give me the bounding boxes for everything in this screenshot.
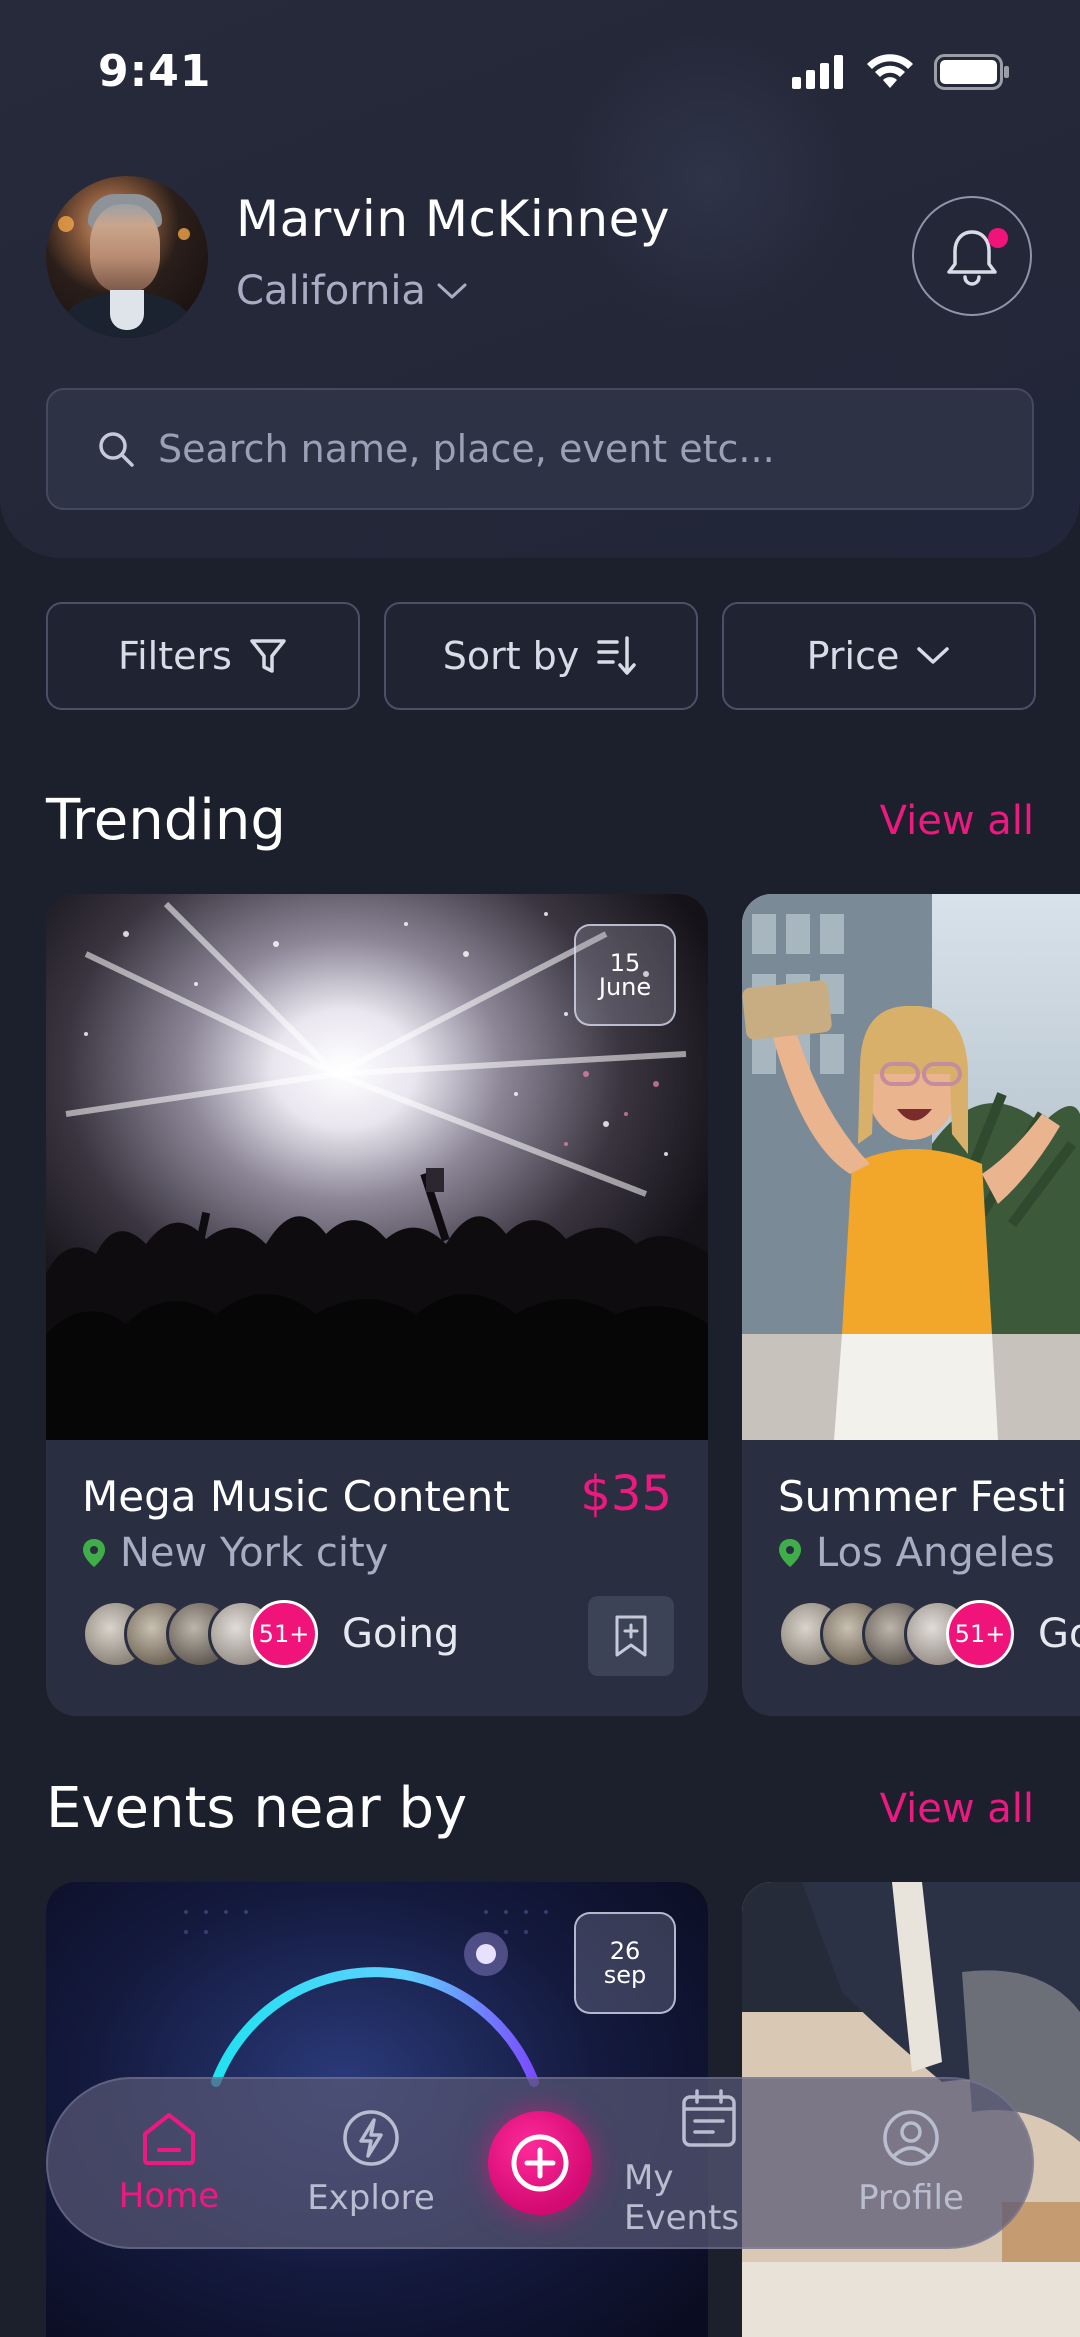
funnel-icon — [250, 639, 286, 673]
event-image-festival — [742, 894, 1080, 1440]
sort-by-label: Sort by — [442, 634, 580, 678]
date-month: June — [598, 973, 652, 1001]
event-image-concert: 15 June — [46, 894, 708, 1440]
price-button[interactable]: Price — [722, 602, 1036, 710]
event-card[interactable]: 15 June Mega Music Content $35 New York … — [46, 894, 708, 1716]
date-day: 26 — [609, 1937, 641, 1965]
bottom-nav: Home Explore My Events Profile — [46, 2077, 1034, 2249]
filters-button[interactable]: Filters — [46, 602, 360, 710]
search-bar[interactable] — [46, 388, 1034, 510]
nav-home-label: Home — [118, 2176, 220, 2216]
event-title: Summer Festi — [778, 1472, 1068, 1521]
lightning-icon — [343, 2110, 399, 2166]
going-label: Going — [342, 1611, 460, 1657]
status-time: 9:41 — [98, 46, 212, 97]
event-title: Mega Music Content — [82, 1472, 510, 1521]
trending-view-all[interactable]: View all — [880, 798, 1034, 844]
location-pin-icon — [83, 1539, 105, 1567]
wifi-icon — [867, 54, 913, 88]
avatar-face — [90, 204, 160, 292]
home-icon — [143, 2113, 195, 2165]
nav-explore-label: Explore — [307, 2178, 435, 2218]
notification-dot — [988, 228, 1008, 248]
nav-explore[interactable]: Explore — [286, 2108, 456, 2218]
event-location-label: New York city — [120, 1530, 389, 1576]
event-location: New York city — [82, 1530, 388, 1576]
location-selector[interactable]: California — [236, 268, 468, 314]
bookmark-button[interactable] — [588, 1596, 674, 1676]
nav-home[interactable]: Home — [84, 2110, 254, 2216]
going-label: Goi — [1038, 1611, 1080, 1657]
avatar-collar — [110, 290, 144, 330]
attendees: 51+ Going — [82, 1600, 459, 1668]
nav-my-events-label: My Events — [624, 2158, 740, 2238]
date-day: 15 — [609, 949, 641, 977]
user-name: Marvin McKinney — [236, 190, 670, 248]
plus-icon — [511, 2134, 569, 2192]
nav-profile-label: Profile — [858, 2178, 964, 2218]
search-icon — [99, 432, 134, 467]
trending-title: Trending — [46, 788, 286, 853]
date-badge: 15 June — [574, 924, 676, 1026]
search-input[interactable] — [158, 427, 978, 471]
filters-label: Filters — [118, 634, 232, 678]
calendar-icon — [682, 2089, 736, 2147]
nearby-view-all[interactable]: View all — [880, 1786, 1034, 1832]
filter-row: Filters Sort by Price — [46, 602, 1036, 710]
chevron-down-icon — [917, 647, 950, 664]
nav-profile[interactable]: Profile — [826, 2108, 996, 2218]
event-price: $35 — [580, 1466, 672, 1522]
event-card[interactable]: Summer Festi Los Angeles 51+ Goi — [742, 894, 1080, 1716]
sort-by-button[interactable]: Sort by — [384, 602, 698, 710]
notifications-button[interactable] — [912, 196, 1032, 316]
location-label: California — [236, 268, 426, 314]
signal-icon — [792, 55, 843, 89]
sort-icon — [597, 636, 637, 675]
event-location: Los Angeles — [778, 1530, 1055, 1576]
user-icon — [883, 2110, 939, 2166]
date-badge: 26 sep — [574, 1912, 676, 2014]
nav-my-events[interactable]: My Events — [624, 2088, 794, 2238]
price-label: Price — [806, 634, 900, 678]
going-count-badge: 51+ — [946, 1600, 1014, 1668]
festival-image — [742, 894, 1080, 1440]
add-event-button[interactable] — [488, 2111, 592, 2215]
status-bar: 9:41 — [0, 0, 1080, 140]
battery-icon — [934, 54, 1009, 90]
event-location-label: Los Angeles — [816, 1530, 1055, 1576]
avatar-bokeh — [178, 228, 190, 240]
date-month: sep — [603, 1961, 647, 1989]
avatar[interactable] — [46, 176, 208, 338]
chevron-down-icon — [437, 283, 467, 299]
nearby-title: Events near by — [46, 1776, 468, 1841]
going-count-badge: 51+ — [250, 1600, 318, 1668]
location-pin-icon — [779, 1539, 801, 1567]
attendees: 51+ Goi — [778, 1600, 1080, 1668]
status-icons — [792, 54, 1010, 90]
avatar-bokeh — [58, 216, 74, 232]
bookmark-icon — [615, 1615, 647, 1657]
